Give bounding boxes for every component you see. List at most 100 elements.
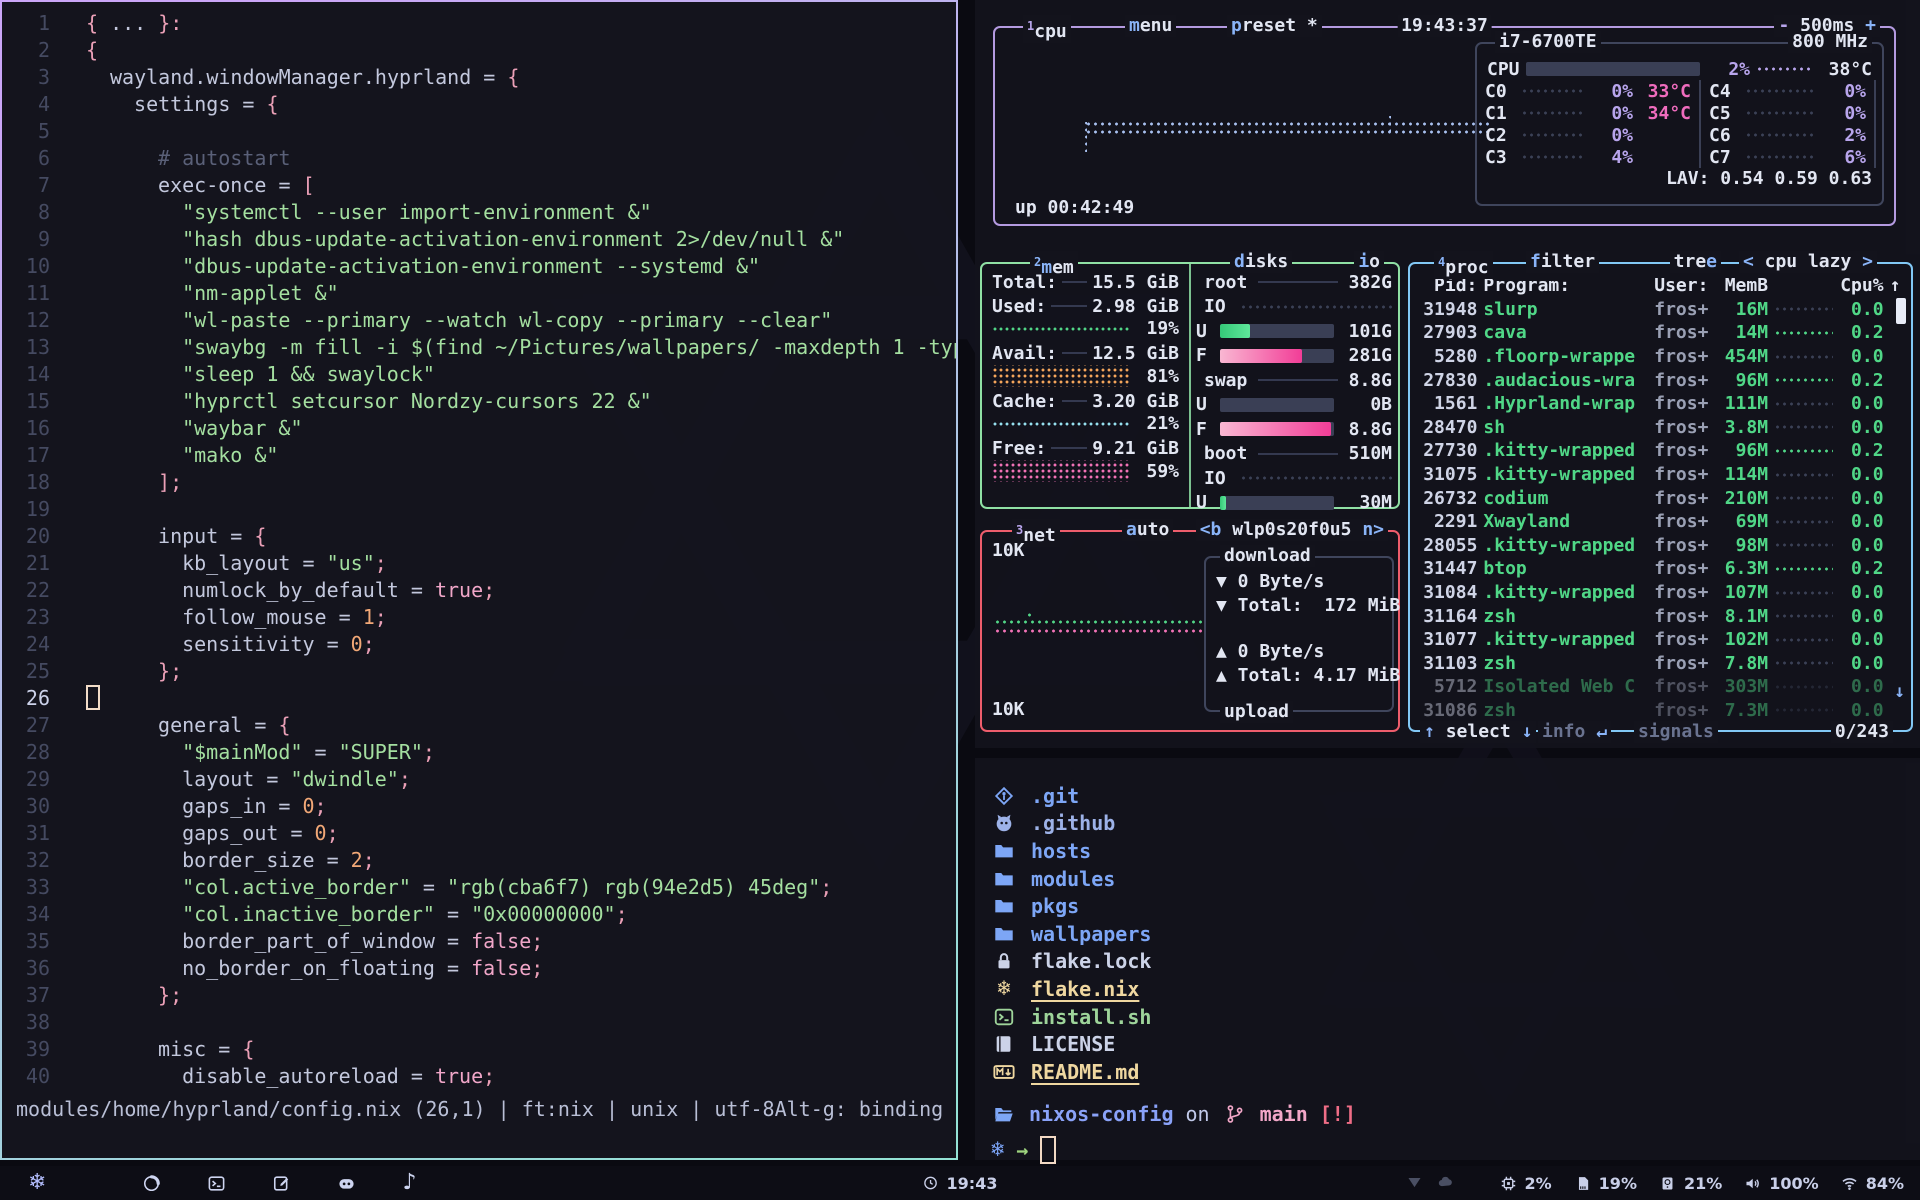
- notes-icon[interactable]: [272, 1174, 291, 1193]
- code-line[interactable]: 27general = {: [2, 712, 956, 739]
- firefox-icon[interactable]: [142, 1174, 161, 1193]
- code-line[interactable]: 3wayland.windowManager.hyprland = {: [2, 64, 956, 91]
- preset-button[interactable]: preset *: [1227, 15, 1322, 37]
- nixos-menu-icon[interactable]: ❄: [28, 1172, 46, 1194]
- process-row[interactable]: 26732codiumfros+210M0.0: [1410, 486, 1911, 510]
- code-line[interactable]: 15"hyprctl setcursor Nordzy-cursors 22 &…: [2, 388, 956, 415]
- process-row[interactable]: 27830.audacious-wrafros+96M0.2: [1410, 368, 1911, 392]
- prompt-input-line[interactable]: ❄ →: [975, 1136, 1920, 1164]
- process-cpu: 0.0: [1839, 417, 1883, 438]
- code-line[interactable]: 18];: [2, 469, 956, 496]
- proc-sort-selector[interactable]: < cpu lazy >: [1739, 251, 1877, 273]
- code-line[interactable]: 26: [2, 685, 956, 712]
- code-line[interactable]: 40disable_autoreload = true;: [2, 1063, 956, 1090]
- code-line[interactable]: 37};: [2, 982, 956, 1009]
- code-line[interactable]: 5: [2, 118, 956, 145]
- code-line[interactable]: 39misc = {: [2, 1036, 956, 1063]
- code-line[interactable]: 36no_border_on_floating = false;: [2, 955, 956, 982]
- code-line[interactable]: 19: [2, 496, 956, 523]
- discord-icon[interactable]: [337, 1174, 356, 1193]
- volume-module[interactable]: 100%: [1744, 1174, 1818, 1193]
- code-line[interactable]: 2{: [2, 37, 956, 64]
- code-line[interactable]: 12"wl-paste --primary --watch wl-copy --…: [2, 307, 956, 334]
- code-line[interactable]: 10"dbus-update-activation-environment --…: [2, 253, 956, 280]
- process-row[interactable]: 31075.kitty-wrappedfros+114M0.0: [1410, 463, 1911, 487]
- shell-icon: [991, 1006, 1017, 1028]
- process-row[interactable]: 5712Isolated Web Cfros+303M0.0: [1410, 675, 1911, 699]
- process-row[interactable]: 31084.kitty-wrappedfros+107M0.0: [1410, 581, 1911, 605]
- process-row[interactable]: 28055.kitty-wrappedfros+98M0.0: [1410, 534, 1911, 558]
- menu-button[interactable]: menu: [1125, 15, 1176, 37]
- waybar-clock[interactable]: 19:43: [923, 1174, 998, 1193]
- core-percent: 4%: [1589, 147, 1633, 168]
- code-line[interactable]: 13"swaybg -m fill -i $(find ~/Pictures/w…: [2, 334, 956, 361]
- cpu-box-title[interactable]: 1cpu: [1023, 15, 1071, 43]
- code-line[interactable]: 21kb_layout = "us";: [2, 550, 956, 577]
- code-area[interactable]: 1{ ... }:2{3wayland.windowManager.hyprla…: [2, 10, 956, 1090]
- code-line[interactable]: 6# autostart: [2, 145, 956, 172]
- code-line[interactable]: 34"col.inactive_border" = "0x00000000";: [2, 901, 956, 928]
- code-line[interactable]: 32border_size = 2;: [2, 847, 956, 874]
- code-line[interactable]: 9"hash dbus-update-activation-environmen…: [2, 226, 956, 253]
- proc-box-title[interactable]: 4proc: [1434, 251, 1493, 279]
- code-line[interactable]: 29layout = "dwindle";: [2, 766, 956, 793]
- wifi-module[interactable]: 84%: [1841, 1174, 1904, 1193]
- code-line[interactable]: 30gaps_in = 0;: [2, 793, 956, 820]
- code-line[interactable]: 33"col.active_border" = "rgb(cba6f7) rgb…: [2, 874, 956, 901]
- process-row[interactable]: 28470shfros+3.8M0.0: [1410, 416, 1911, 440]
- code-line[interactable]: 24sensitivity = 0;: [2, 631, 956, 658]
- process-row[interactable]: 27730.kitty-wrappedfros+96M0.2: [1410, 439, 1911, 463]
- code-line[interactable]: 20input = {: [2, 523, 956, 550]
- proc-filter-button[interactable]: filter: [1526, 251, 1599, 273]
- process-cpu: 0.0: [1839, 299, 1883, 320]
- mem-meter-row: 21%: [992, 413, 1179, 434]
- net-interface-selector[interactable]: <b wlp0s20f0u5 n>: [1196, 519, 1388, 541]
- code-line[interactable]: 25};: [2, 658, 956, 685]
- ram-module[interactable]: 19%: [1574, 1174, 1637, 1193]
- process-row[interactable]: 31103zshfros+7.8M0.0: [1410, 652, 1911, 676]
- code-line[interactable]: 23follow_mouse = 1;: [2, 604, 956, 631]
- code-line[interactable]: 14"sleep 1 && swaylock": [2, 361, 956, 388]
- mem-meter: [992, 365, 1131, 387]
- net-auto-toggle[interactable]: auto: [1122, 519, 1173, 541]
- code-line[interactable]: 7exec-once = [: [2, 172, 956, 199]
- code-line[interactable]: 8"systemctl --user import-environment &": [2, 199, 956, 226]
- proc-select-hint[interactable]: ↑ select ↓: [1420, 721, 1536, 743]
- cloud-tray-icon[interactable]: [1437, 1173, 1454, 1194]
- code-line[interactable]: 35border_part_of_window = false;: [2, 928, 956, 955]
- disk-name: swap: [1196, 370, 1247, 391]
- process-row[interactable]: 1561.Hyprland-wrapfros+111M0.0: [1410, 392, 1911, 416]
- code-line[interactable]: 11"nm-applet &": [2, 280, 956, 307]
- cpu-module[interactable]: 2%: [1500, 1174, 1552, 1193]
- process-row[interactable]: 31086zshfros+7.3M0.0: [1410, 699, 1911, 723]
- process-row[interactable]: 31077.kitty-wrappedfros+102M0.0: [1410, 628, 1911, 652]
- code-line[interactable]: 22numlock_by_default = true;: [2, 577, 956, 604]
- process-row[interactable]: 5280.floorp-wrappefros+454M0.0: [1410, 345, 1911, 369]
- process-row[interactable]: 2291Xwaylandfros+69M0.0: [1410, 510, 1911, 534]
- proc-signals-hint[interactable]: signals: [1634, 721, 1718, 743]
- code-line[interactable]: 31gaps_out = 0;: [2, 820, 956, 847]
- process-cpu: 0.0: [1839, 606, 1883, 627]
- process-cpu: 0.0: [1839, 346, 1883, 367]
- sort-direction-icon[interactable]: ↑: [1890, 275, 1903, 296]
- proc-scrollbar-thumb[interactable]: [1896, 298, 1906, 324]
- disk-module[interactable]: 21%: [1659, 1174, 1722, 1193]
- process-row[interactable]: 31164zshfros+8.1M0.0: [1410, 604, 1911, 628]
- wifi-tray-icon[interactable]: [1406, 1173, 1423, 1194]
- code-line[interactable]: 16"waybar &": [2, 415, 956, 442]
- process-row[interactable]: 31948slurpfros+16M0.0: [1410, 298, 1911, 322]
- code-text: "mako &": [68, 442, 278, 469]
- mem-meter-percent: 21%: [1131, 413, 1179, 434]
- code-line[interactable]: 1{ ... }:: [2, 10, 956, 37]
- proc-info-hint[interactable]: info ↵: [1538, 721, 1611, 743]
- code-line[interactable]: 28"$mainMod" = "SUPER";: [2, 739, 956, 766]
- proc-tree-toggle[interactable]: tree: [1670, 251, 1721, 273]
- terminal-icon[interactable]: [207, 1174, 226, 1193]
- code-line[interactable]: 4settings = {: [2, 91, 956, 118]
- process-row[interactable]: 31447btopfros+6.3M0.2: [1410, 557, 1911, 581]
- code-line[interactable]: 17"mako &": [2, 442, 956, 469]
- music-icon[interactable]: ♪: [402, 1172, 416, 1194]
- scroll-down-icon[interactable]: ↓: [1894, 681, 1905, 702]
- code-line[interactable]: 38: [2, 1009, 956, 1036]
- process-row[interactable]: 27903cavafros+14M0.2: [1410, 321, 1911, 345]
